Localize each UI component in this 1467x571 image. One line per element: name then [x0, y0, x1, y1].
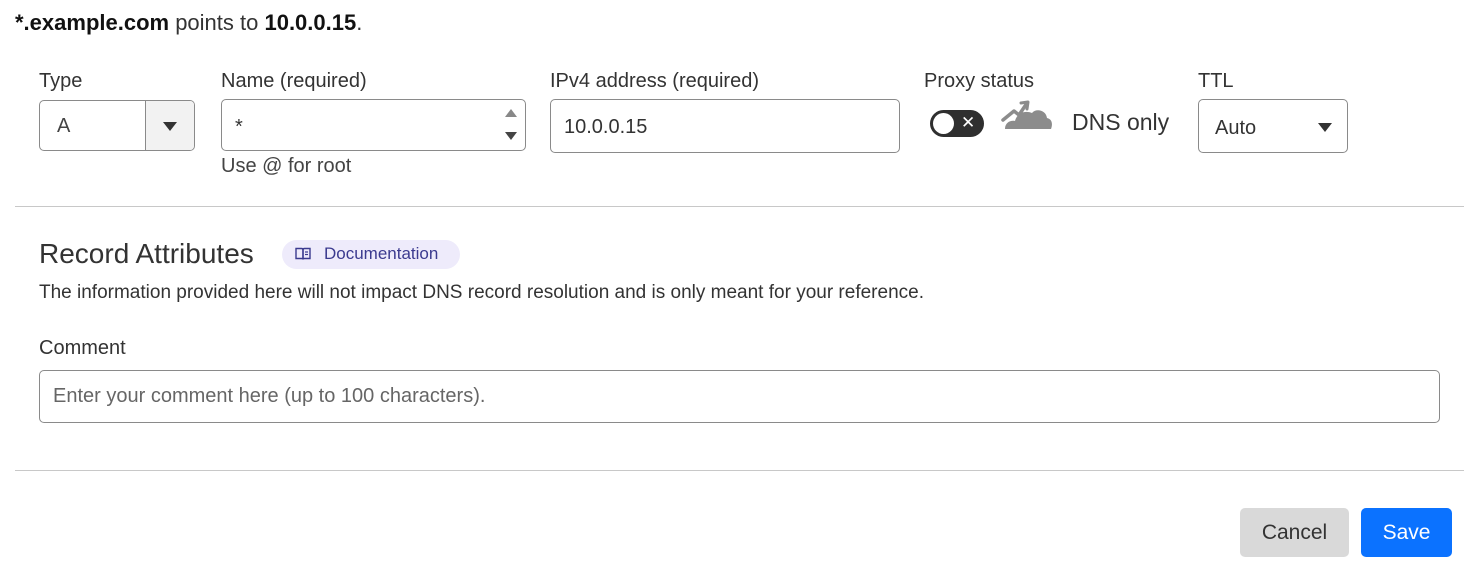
record-attributes-title: Record Attributes: [39, 238, 254, 269]
type-label: Type: [39, 70, 83, 92]
proxy-toggle[interactable]: ✕: [930, 110, 984, 137]
ttl-label: TTL: [1198, 70, 1234, 92]
cancel-button[interactable]: Cancel: [1240, 508, 1349, 557]
record-attributes-description: The information provided here will not i…: [39, 282, 924, 303]
record-summary: *.example.com points to 10.0.0.15.: [15, 10, 362, 36]
type-dropdown-toggle[interactable]: [145, 101, 194, 150]
close-icon: ✕: [961, 113, 976, 132]
comment-input[interactable]: [39, 370, 1440, 423]
name-input[interactable]: *: [221, 99, 526, 151]
summary-middle: points to: [169, 10, 265, 35]
chevron-down-icon: [1318, 123, 1332, 132]
name-hint: Use @ for root: [221, 155, 352, 177]
documentation-link[interactable]: Documentation: [282, 240, 460, 269]
documentation-link-label: Documentation: [324, 244, 439, 263]
dns-only-cloud-icon: [1001, 100, 1052, 129]
ipv4-label: IPv4 address (required): [550, 70, 759, 92]
divider-bottom: [15, 470, 1464, 471]
comment-label: Comment: [39, 337, 126, 359]
chevron-down-icon: [163, 122, 177, 131]
book-icon: [295, 247, 311, 260]
type-select[interactable]: A: [39, 100, 195, 151]
divider-top: [15, 206, 1464, 207]
summary-target: 10.0.0.15: [264, 10, 357, 35]
summary-name: *.example.com: [15, 10, 170, 35]
save-button[interactable]: Save: [1361, 508, 1452, 557]
name-value: *: [235, 116, 243, 138]
proxy-status-label: Proxy status: [924, 70, 1035, 92]
ipv4-value: 10.0.0.15: [564, 116, 648, 138]
ipv4-input[interactable]: 10.0.0.15: [550, 99, 900, 153]
type-value: A: [57, 115, 71, 137]
ttl-select[interactable]: Auto: [1198, 99, 1348, 153]
name-label: Name (required): [221, 70, 367, 92]
summary-end: .: [356, 10, 363, 35]
ttl-value: Auto: [1215, 117, 1257, 139]
spin-down-icon[interactable]: [505, 132, 517, 140]
spin-up-icon[interactable]: [505, 109, 517, 117]
proxy-status-text: DNS only: [1072, 109, 1170, 135]
toggle-knob: [933, 113, 954, 134]
